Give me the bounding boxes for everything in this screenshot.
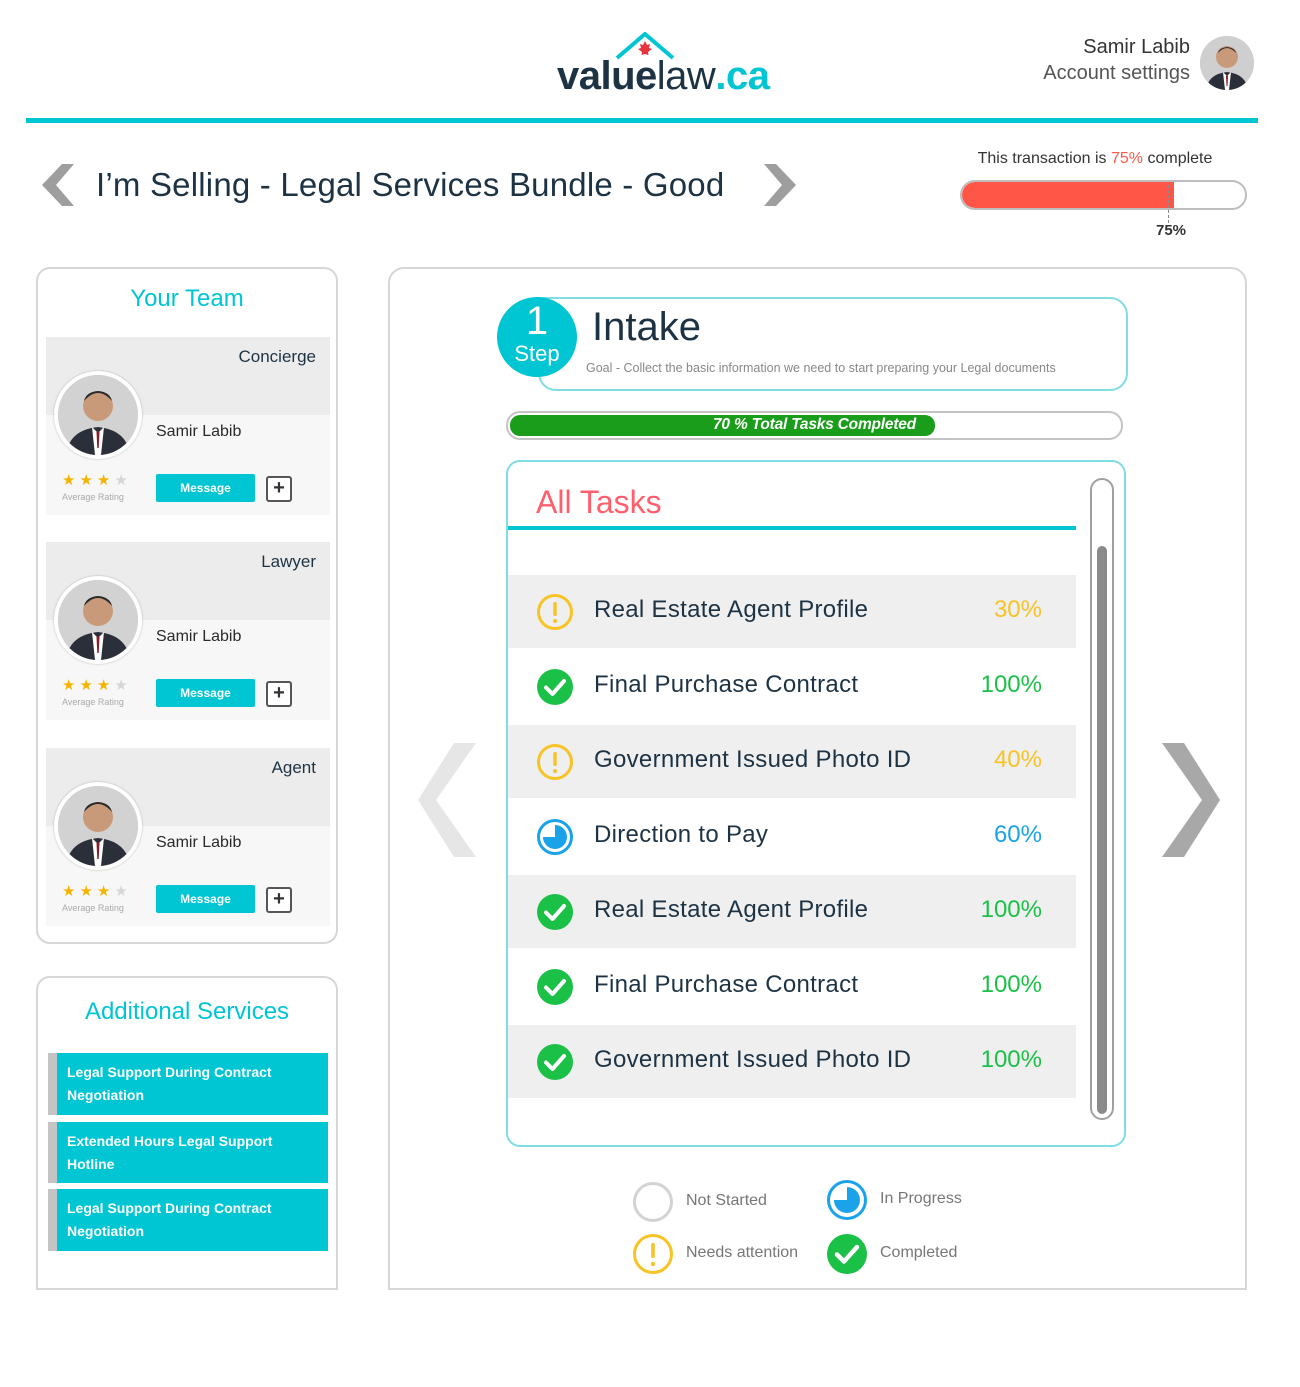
- task-label: Government Issued Photo ID: [594, 1046, 912, 1073]
- message-button[interactable]: Message: [156, 885, 255, 913]
- step-badge: 1 Step: [497, 297, 577, 377]
- add-button[interactable]: +: [266, 887, 292, 913]
- logo-wordmark: valuelaw.ca: [557, 54, 770, 98]
- step-number: 1: [525, 299, 549, 343]
- transaction-progress-value: 75%: [1156, 222, 1187, 239]
- check-icon: [537, 1044, 573, 1080]
- step-word: Step: [514, 341, 560, 366]
- member-name: Samir Labib: [156, 423, 242, 440]
- step-header: Intake Goal - Collect the basic informat…: [538, 297, 1128, 391]
- member-role: Lawyer: [261, 552, 316, 571]
- task-row[interactable]: Real Estate Agent Profile 100%: [508, 875, 1076, 948]
- member-photo: [54, 576, 142, 664]
- pie-progress-icon: [827, 1180, 867, 1220]
- member-role: Concierge: [238, 347, 317, 366]
- check-icon: [537, 669, 573, 705]
- rating-label: Average Rating: [62, 697, 124, 707]
- transaction-progress-label: This transaction is 75% complete: [977, 150, 1213, 167]
- services-heading: Additional Services: [84, 998, 290, 1025]
- header-divider: [26, 118, 1258, 123]
- chevron-left-icon[interactable]: [34, 162, 80, 208]
- account-name: Samir Labib: [1083, 36, 1190, 58]
- task-label: Government Issued Photo ID: [594, 746, 912, 773]
- message-button[interactable]: Message: [156, 679, 255, 707]
- task-label: Real Estate Agent Profile: [594, 896, 869, 923]
- task-row[interactable]: Final Purchase Contract 100%: [508, 650, 1076, 723]
- previous-step-arrow-icon[interactable]: [416, 741, 480, 859]
- star-rating-icon: ★★★★: [62, 677, 132, 694]
- exclamation-icon: [537, 594, 573, 630]
- task-label: Final Purchase Contract: [594, 971, 859, 998]
- task-percent: 30%: [993, 596, 1042, 623]
- person-avatar-icon: [1200, 36, 1254, 90]
- task-row[interactable]: Real Estate Agent Profile 30%: [508, 575, 1076, 648]
- step-title: Intake: [592, 305, 701, 349]
- star-rating-icon: ★★★★: [62, 472, 132, 489]
- task-percent: 100%: [980, 1046, 1042, 1073]
- next-step-arrow-icon[interactable]: [1158, 741, 1222, 859]
- task-row[interactable]: Direction to Pay 60%: [508, 800, 1076, 873]
- team-heading: Your Team: [130, 285, 244, 312]
- team-panel: Your Team Concierge Samir Labib ★★★★ Ave…: [36, 267, 338, 944]
- progress-marker: [1168, 185, 1169, 223]
- account-settings-link[interactable]: Account settings: [890, 60, 1190, 86]
- additional-services-panel: Additional Services Legal Support During…: [36, 976, 338, 1290]
- person-avatar-icon: [58, 786, 138, 866]
- team-member-card: Concierge Samir Labib ★★★★ Average Ratin…: [46, 337, 330, 515]
- chevron-right-icon[interactable]: [758, 162, 804, 208]
- scrollbar-thumb[interactable]: [1097, 546, 1107, 1114]
- person-avatar-icon: [58, 580, 138, 660]
- transaction-progress-fill: [962, 182, 1175, 208]
- member-photo: [54, 371, 142, 459]
- team-member-card: Agent Samir Labib ★★★★ Average Rating Me…: [46, 748, 330, 926]
- member-role: Agent: [271, 758, 316, 777]
- step-goal: Goal - Collect the basic information we …: [586, 361, 1056, 375]
- member-name: Samir Labib: [156, 628, 242, 645]
- rating-label: Average Rating: [62, 492, 124, 502]
- account-menu: Samir Labib Account settings: [890, 34, 1190, 86]
- service-item[interactable]: Extended Hours Legal Support Hotline: [48, 1122, 328, 1183]
- message-button[interactable]: Message: [156, 474, 255, 502]
- tasks-progress-bar: 70 % Total Tasks Completed: [506, 411, 1123, 440]
- step-panel: Intake Goal - Collect the basic informat…: [388, 267, 1247, 1290]
- tasks-scrollbar[interactable]: [1090, 478, 1114, 1120]
- task-row[interactable]: Government Issued Photo ID 100%: [508, 1025, 1076, 1098]
- add-button[interactable]: +: [266, 681, 292, 707]
- task-row[interactable]: Final Purchase Contract 100%: [508, 950, 1076, 1023]
- exclamation-icon: [633, 1234, 673, 1274]
- valuelaw-logo[interactable]: valuelaw.ca: [557, 30, 797, 102]
- rating-label: Average Rating: [62, 903, 124, 913]
- task-row[interactable]: Government Issued Photo ID 40%: [508, 725, 1076, 798]
- task-label: Direction to Pay: [594, 821, 769, 848]
- task-percent: 100%: [980, 671, 1042, 698]
- service-item[interactable]: Legal Support During Contract Negotiatio…: [48, 1189, 328, 1251]
- page-title: I’m Selling - Legal Services Bundle - Go…: [96, 166, 725, 203]
- service-item[interactable]: Legal Support During Contract Negotiatio…: [48, 1053, 328, 1115]
- transaction-progress-bar: [960, 180, 1247, 210]
- member-name: Samir Labib: [156, 834, 242, 851]
- add-button[interactable]: +: [266, 476, 292, 502]
- empty-circle-icon: [633, 1182, 673, 1222]
- task-label: Final Purchase Contract: [594, 671, 859, 698]
- check-icon: [537, 894, 573, 930]
- task-percent: 40%: [993, 746, 1042, 773]
- task-percent: 100%: [980, 896, 1042, 923]
- tasks-heading: All Tasks: [536, 484, 662, 520]
- task-percent: 60%: [993, 821, 1042, 848]
- tasks-list: All Tasks Real Estate Agent Profile 30% …: [506, 460, 1126, 1147]
- check-icon: [827, 1234, 867, 1274]
- star-rating-icon: ★★★★: [62, 883, 132, 900]
- tasks-progress-text: 70 % Total Tasks Completed: [713, 416, 916, 433]
- tasks-heading-underline: [508, 526, 1076, 530]
- check-icon: [537, 969, 573, 1005]
- exclamation-icon: [537, 744, 573, 780]
- member-photo: [54, 782, 142, 870]
- person-avatar-icon: [58, 375, 138, 455]
- team-member-card: Lawyer Samir Labib ★★★★ Average Rating M…: [46, 542, 330, 720]
- pie-progress-icon: [537, 819, 573, 855]
- task-label: Real Estate Agent Profile: [594, 596, 869, 623]
- task-percent: 100%: [980, 971, 1042, 998]
- avatar[interactable]: [1200, 36, 1254, 90]
